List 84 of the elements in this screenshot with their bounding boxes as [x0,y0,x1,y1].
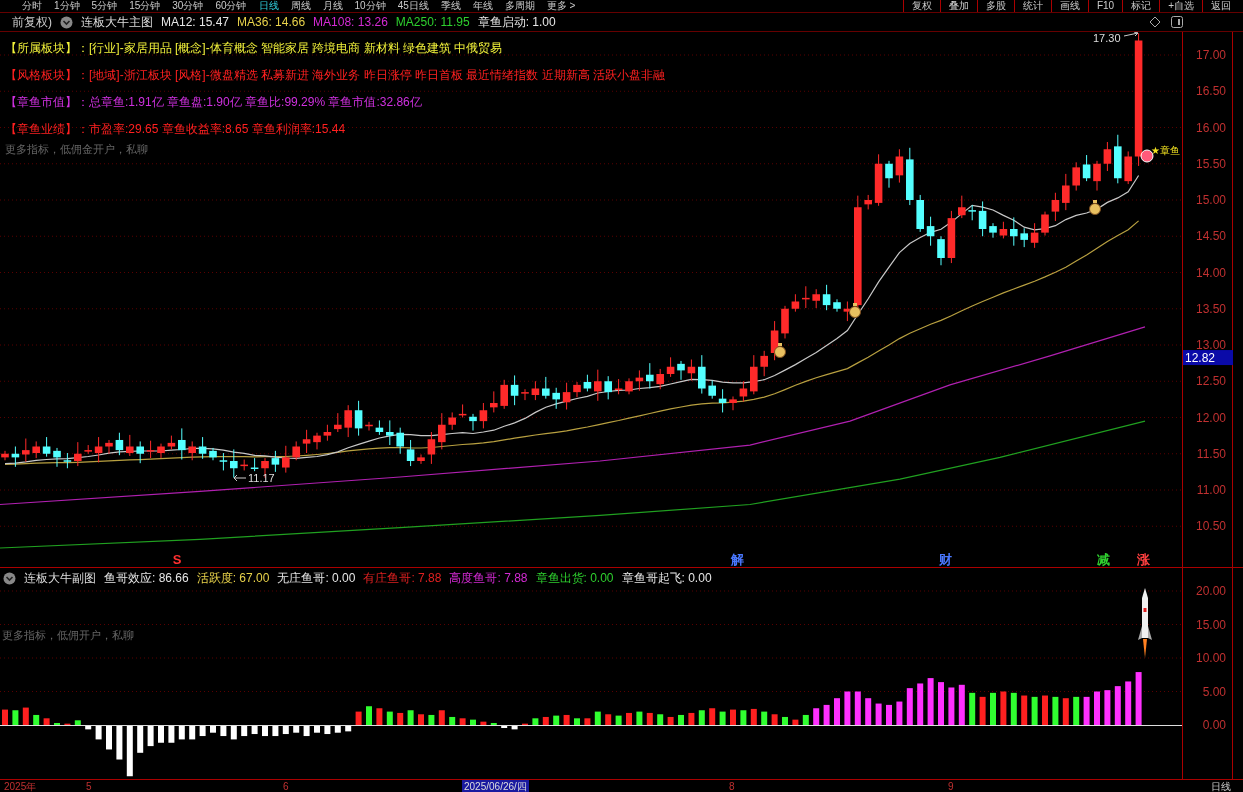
price-axis-label: 14.50 [1195,229,1226,244]
period-tab[interactable]: 月线 [322,0,343,12]
indicator-axis-label: 15.00 [1195,617,1226,632]
price-axis-label: 13.50 [1195,301,1226,316]
event-marker: 减 [1096,552,1110,567]
info-text: 总章鱼:1.91亿 章鱼盘:1.90亿 章鱼比:99.29% 章鱼市值:32.86亿 [89,94,422,111]
indicator-value: 活跃度: 67.00 [196,570,270,587]
period-tab[interactable]: 分时 [22,0,42,12]
period-tab[interactable]: 45日线 [397,0,429,12]
indicator-value: MA250: 11.95 [395,15,470,29]
toolbar-button[interactable]: F10 [1087,0,1123,12]
promo-text: 更多指标，低佣开户，私聊 [2,628,134,643]
price-axis-label: 13.00 [1195,338,1226,352]
price-axis-label: 12.00 [1195,410,1226,425]
signal-label: ★章鱼 [1151,145,1180,156]
indicator-value: 章鱼启动: 1.00 [477,13,556,31]
period-tab[interactable]: 季线 [440,0,461,12]
indicator-value: 有庄鱼哥: 7.88 [363,570,442,587]
indicator-axis-label: 10.00 [1195,651,1226,665]
current-price-tag: 12.82 [1183,350,1233,366]
event-marker: 解 [730,552,744,567]
period-tab[interactable]: 10分钟 [354,0,386,12]
period-tab[interactable]: 30分钟 [172,0,204,12]
price-axis-label: 11.50 [1196,446,1226,461]
indicator-value: MA108: 13.26 [313,15,388,29]
price-axis-label: 11.00 [1196,483,1226,497]
low-price-label: 11.17 [248,472,275,484]
period-tab[interactable]: 更多 > [546,0,576,12]
info-label: 【章鱼市值】： [5,94,89,111]
date-axis-label: 8 [729,780,735,792]
event-marker: 财 [938,552,952,567]
indicator-value: 无庄鱼哥: 0.00 [277,570,356,587]
toolbar-button[interactable]: 画线 [1050,0,1088,12]
toolbar-button[interactable]: 统计 [1013,0,1051,12]
price-axis-label: 16.50 [1195,84,1226,99]
toolbar-button[interactable]: 复权 [902,0,940,12]
toolbar-button[interactable]: 返回 [1202,0,1239,12]
price-axis-label: 17.00 [1195,48,1226,62]
indicator-value: MA36: 14.66 [237,15,306,29]
period-tab[interactable]: 日线 [258,0,279,12]
price-axis-label: 15.50 [1195,156,1226,171]
date-axis-label: 5 [86,780,92,792]
period-tab[interactable]: 1分钟 [54,0,80,12]
date-axis-label: 6 [283,780,289,792]
indicator-name: 连板大牛主图 [81,13,153,31]
indicator-value: MA12: 15.47 [161,15,230,29]
high-price-label: 17.30 [1093,32,1121,44]
price-axis-label: 12.50 [1195,374,1226,389]
date-axis-label: 9 [948,780,954,792]
price-axis-label: 14.00 [1195,265,1226,280]
price-axis-label: 16.00 [1195,120,1226,135]
period-tab[interactable]: 年线 [472,0,493,12]
event-marker: S [172,552,182,567]
period-label: 日线 [1211,780,1231,792]
indicator-value: 章鱼哥起飞: 0.00 [621,570,712,587]
info-label: 【所属板块】： [5,40,89,57]
toolbar-button[interactable]: 标记 [1122,0,1160,12]
indicator-axis-label: 0.00 [1202,718,1226,732]
date-axis-label: 2025/06/26/四 [462,780,529,792]
period-tab[interactable]: 15分钟 [129,0,161,12]
price-axis-label: 10.50 [1195,519,1226,534]
indicator-axis-label: 20.00 [1195,584,1226,598]
toolbar-button[interactable]: 叠加 [939,0,977,12]
period-tab[interactable]: 多周期 [504,0,535,12]
period-tab[interactable]: 5分钟 [91,0,118,12]
toolbar-button[interactable]: +自选 [1159,0,1202,12]
event-marker: 涨 [1136,552,1150,567]
info-text: [行业]-家居用品 [概念]-体育概念 智能家居 跨境电商 新材料 绿色建筑 中俄贸易 [89,40,503,57]
toolbar-button[interactable]: 多股 [976,0,1014,12]
indicator-value: 高度鱼哥: 7.88 [449,570,528,587]
indicator-value: 章鱼出货: 0.00 [535,570,614,587]
info-text: [地域]-浙江板块 [风格]-微盘精选 私募新进 海外业务 昨日涨停 昨日首板 最近情绪指数 近期新高 活跃小盘非融 [89,67,665,84]
info-text: 市盈率:29.65 章鱼收益率:8.65 章鱼利润率:15.44 [89,121,346,138]
price-axis-label: 15.00 [1195,193,1226,207]
indicator-axis-label: 5.00 [1202,684,1226,699]
indicator-value: 鱼哥效应: 86.66 [104,570,189,587]
promo-text: 更多指标，低佣金开户，私聊 [5,142,149,157]
period-tab[interactable]: 60分钟 [215,0,247,12]
adjust-mode-label: 前复权) [12,13,52,31]
date-axis-label: 2025年 [4,780,37,792]
info-label: 【章鱼业绩】： [5,121,89,138]
period-tab[interactable]: 周线 [290,0,311,12]
indicator-name: 连板大牛副图 [24,570,96,587]
info-label: 【风格板块】： [5,67,89,84]
